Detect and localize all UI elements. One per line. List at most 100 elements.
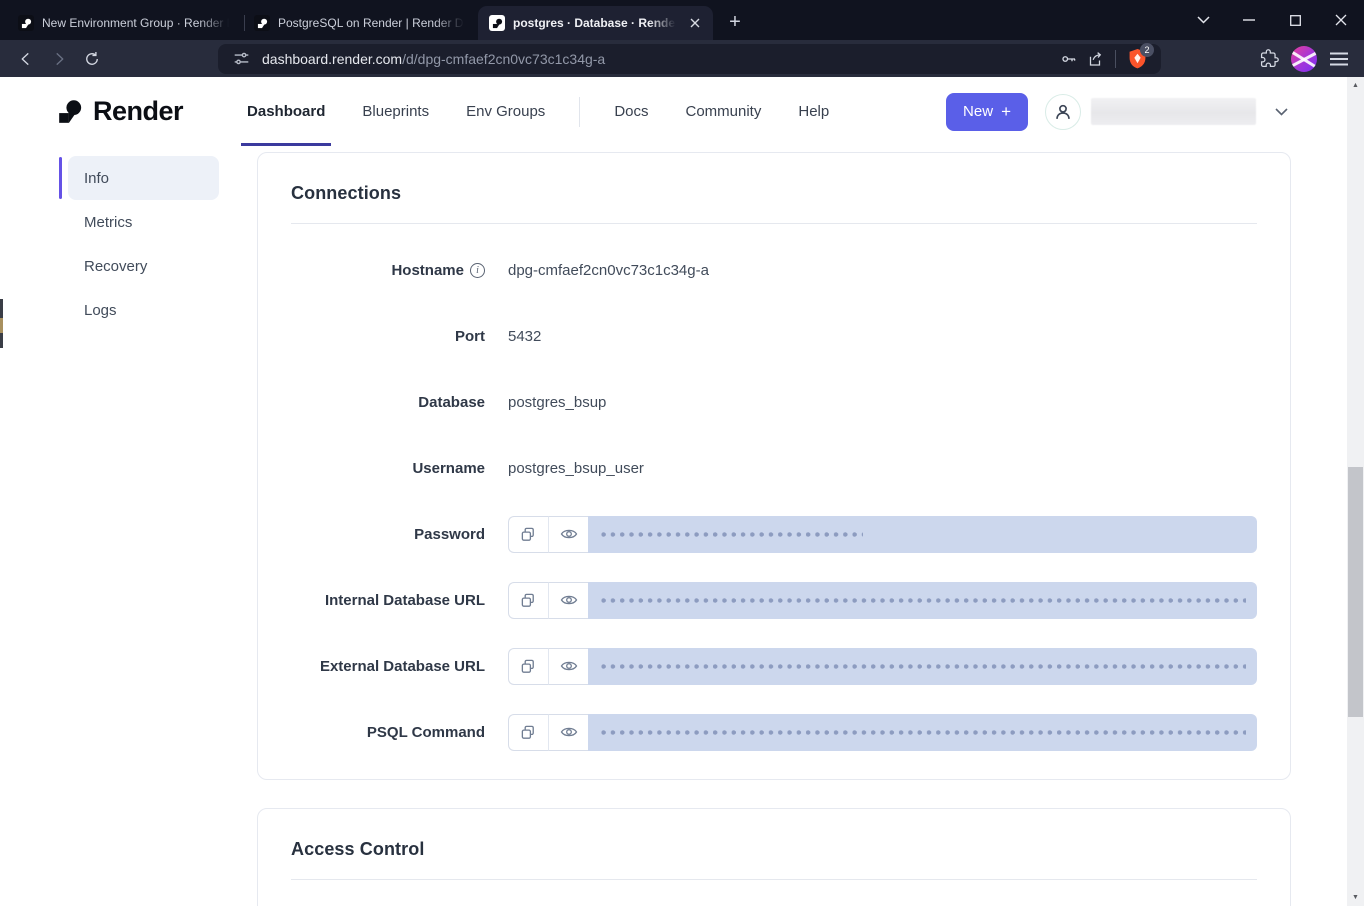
screen-edge-artifact	[0, 299, 3, 348]
primary-nav: Dashboard Blueprints Env Groups	[247, 77, 545, 146]
person-icon	[1052, 101, 1074, 123]
tab-postgres-database[interactable]: postgres · Database · Render Da	[478, 6, 713, 40]
info-icon[interactable]: i	[470, 263, 485, 278]
field-row-external-database-url: External Database URL	[291, 633, 1257, 699]
access-control-card: Access Control	[257, 808, 1291, 906]
reveal-eye-icon[interactable]	[548, 714, 588, 751]
divider	[291, 879, 1257, 880]
extensions-puzzle-icon[interactable]	[1256, 46, 1282, 72]
reveal-eye-icon[interactable]	[548, 582, 588, 619]
external-url-controls	[508, 648, 1257, 685]
window-controls	[1180, 0, 1364, 40]
psql-command-masked-value[interactable]	[588, 714, 1257, 751]
copy-icon[interactable]	[508, 714, 548, 751]
tab-search-chevron-icon[interactable]	[1180, 0, 1226, 40]
browser-window: New Environment Group · Render Das Postg…	[0, 0, 1364, 906]
nav-divider	[579, 97, 580, 127]
render-favicon	[254, 15, 270, 31]
sidebar: Info Metrics Recovery Logs	[59, 156, 219, 332]
tab-new-environment-group[interactable]: New Environment Group · Render Das	[8, 6, 243, 40]
field-row-internal-database-url: Internal Database URL	[291, 567, 1257, 633]
nav-community[interactable]: Community	[686, 103, 762, 120]
sidebar-item-info[interactable]: Info	[59, 156, 219, 200]
masked-dots	[599, 648, 1246, 685]
nav-dashboard[interactable]: Dashboard	[247, 77, 325, 146]
maximize-button[interactable]	[1272, 0, 1318, 40]
masked-dots	[599, 714, 1246, 751]
connections-title: Connections	[291, 183, 1257, 204]
sidebar-item-label: Info	[84, 170, 109, 187]
sidebar-item-label: Metrics	[84, 214, 132, 231]
copy-icon[interactable]	[508, 516, 548, 553]
account-name-redacted[interactable]	[1091, 98, 1256, 125]
forward-button	[45, 45, 73, 73]
secondary-nav: Docs Community Help	[614, 103, 829, 120]
scroll-up-arrow-icon[interactable]: ▲	[1347, 79, 1364, 92]
reveal-eye-icon[interactable]	[548, 516, 588, 553]
nav-docs[interactable]: Docs	[614, 103, 648, 120]
copy-icon[interactable]	[508, 648, 548, 685]
nav-env-groups[interactable]: Env Groups	[466, 77, 545, 146]
nav-help[interactable]: Help	[798, 103, 829, 120]
render-favicon	[489, 15, 505, 31]
password-key-icon[interactable]	[1056, 46, 1082, 72]
render-favicon	[18, 15, 34, 31]
password-controls	[508, 516, 1257, 553]
copy-icon[interactable]	[508, 582, 548, 619]
reveal-eye-icon[interactable]	[548, 648, 588, 685]
chevron-down-icon[interactable]	[1275, 108, 1288, 116]
toolbar-right	[1256, 46, 1352, 72]
new-button[interactable]: New +	[946, 93, 1028, 131]
internal-url-masked-value[interactable]	[588, 582, 1257, 619]
reload-button[interactable]	[78, 45, 106, 73]
sidebar-item-logs[interactable]: Logs	[59, 288, 219, 332]
field-row-username: Username postgres_bsup_user	[291, 435, 1257, 501]
site-settings-tune-icon[interactable]	[228, 46, 254, 72]
access-control-title: Access Control	[291, 839, 1257, 860]
port-value: 5432	[508, 328, 541, 345]
divider	[1115, 50, 1116, 68]
new-button-label: New	[963, 103, 993, 120]
active-indicator	[59, 157, 62, 199]
sidebar-item-label: Recovery	[84, 258, 147, 275]
database-value: postgres_bsup	[508, 394, 606, 411]
plus-icon: +	[1001, 102, 1011, 122]
browser-toolbar: dashboard.render.com/d/dpg-cmfaef2cn0vc7…	[0, 40, 1364, 77]
brave-shield-icon[interactable]: 2	[1123, 45, 1151, 73]
app-header: Render Dashboard Blueprints Env Groups D…	[0, 77, 1364, 146]
new-tab-button[interactable]: +	[721, 8, 749, 36]
url-path: /d/dpg-cmfaef2cn0vc73c1c34g-a	[402, 51, 605, 67]
masked-dots	[599, 516, 863, 553]
page-scrollbar[interactable]: ▲ ▼	[1347, 77, 1364, 906]
close-window-button[interactable]	[1318, 0, 1364, 40]
profile-avatar[interactable]	[1291, 46, 1317, 72]
brand-name: Render	[93, 96, 183, 127]
external-url-masked-value[interactable]	[588, 648, 1257, 685]
scrollbar-thumb[interactable]	[1348, 467, 1363, 717]
url-domain: dashboard.render.com	[262, 51, 402, 67]
tab-close-icon[interactable]	[687, 15, 703, 31]
user-account-button[interactable]	[1045, 94, 1081, 130]
tab-title: PostgreSQL on Render | Render Docs	[278, 16, 468, 30]
scroll-down-arrow-icon[interactable]: ▼	[1347, 891, 1364, 904]
sidebar-item-recovery[interactable]: Recovery	[59, 244, 219, 288]
sidebar-item-metrics[interactable]: Metrics	[59, 200, 219, 244]
menu-hamburger-icon[interactable]	[1326, 46, 1352, 72]
browser-titlebar: New Environment Group · Render Das Postg…	[0, 0, 1364, 40]
render-logo[interactable]: Render	[57, 96, 183, 127]
address-bar[interactable]: dashboard.render.com/d/dpg-cmfaef2cn0vc7…	[218, 44, 1161, 74]
url-text: dashboard.render.com/d/dpg-cmfaef2cn0vc7…	[262, 51, 605, 67]
tab-strip: New Environment Group · Render Das Postg…	[0, 0, 749, 40]
minimize-button[interactable]	[1226, 0, 1272, 40]
nav-blueprints[interactable]: Blueprints	[362, 77, 429, 146]
tab-postgresql-docs[interactable]: PostgreSQL on Render | Render Docs	[243, 6, 478, 40]
back-button[interactable]	[12, 45, 40, 73]
password-masked-value[interactable]	[588, 516, 1257, 553]
share-icon[interactable]	[1082, 46, 1108, 72]
tab-title: postgres · Database · Render Da	[513, 16, 679, 30]
render-logo-icon	[57, 99, 83, 125]
field-row-psql-command: PSQL Command	[291, 699, 1257, 765]
field-row-hostname: Hostname i dpg-cmfaef2cn0vc73c1c34g-a	[291, 237, 1257, 303]
field-row-port: Port 5432	[291, 303, 1257, 369]
sidebar-item-label: Logs	[84, 302, 117, 319]
